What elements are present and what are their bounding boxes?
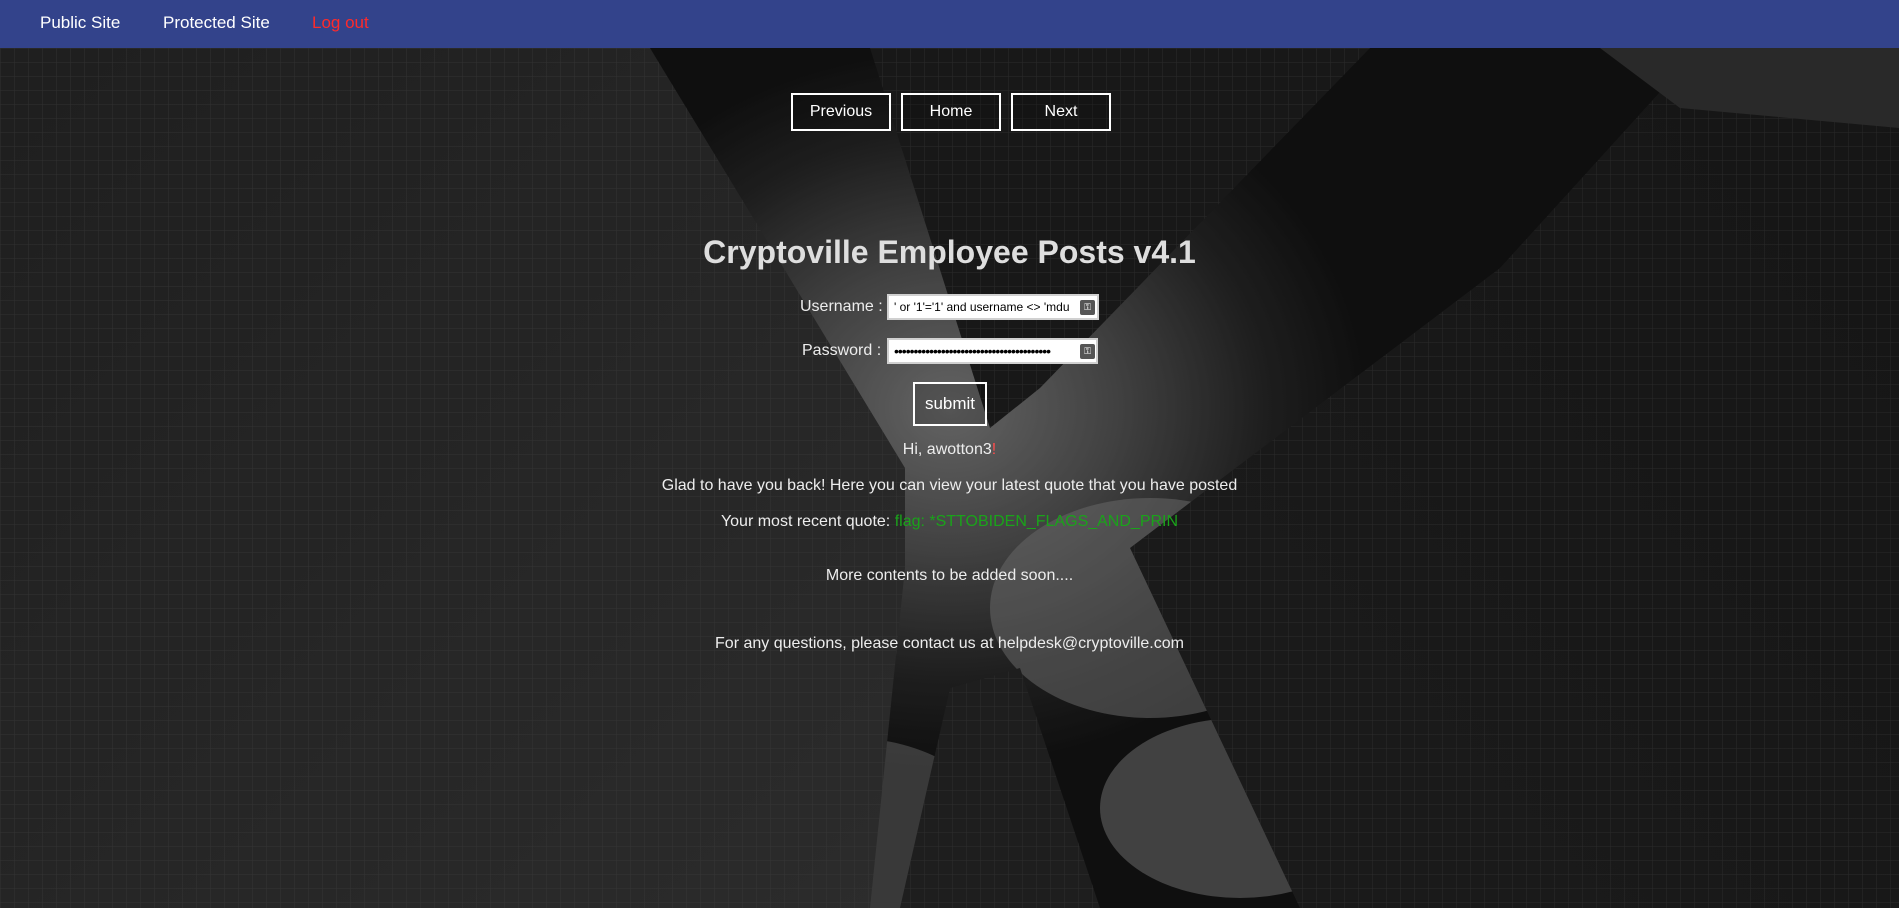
username-input[interactable]: ' or '1'='1' and username <> 'mdu <box>887 294 1099 320</box>
password-input[interactable]: •••••••••••••••••••••••••••••••••••••••• <box>887 338 1098 364</box>
recent-quote-value: flag: *STTOBIDEN_FLAGS_AND_PRIN <box>894 513 1179 530</box>
greeting-exclamation: ! <box>991 441 997 458</box>
nav-public-site-link[interactable]: Public Site <box>40 0 120 48</box>
recent-quote-line: Your most recent quote: flag: *STTOBIDEN… <box>0 513 1899 531</box>
nav-logout-link[interactable]: Log out <box>312 0 369 48</box>
previous-button[interactable]: Previous <box>791 93 891 131</box>
contact-text: For any questions, please contact us at … <box>715 635 1184 652</box>
greeting-text: Hi, awotton3! <box>0 441 1899 459</box>
password-manager-key-icon[interactable]: ⚿ <box>1080 344 1095 359</box>
submit-button[interactable]: submit <box>913 382 987 426</box>
next-button[interactable]: Next <box>1011 93 1111 131</box>
more-contents-text: More contents to be added soon.... <box>825 567 1074 584</box>
page-title: Cryptoville Employee Posts v4.1 <box>703 234 1196 270</box>
username-label: Username : <box>800 298 883 315</box>
recent-quote-label: Your most recent quote: <box>720 513 891 530</box>
greeting-name: Hi, awotton3 <box>902 441 992 458</box>
nav-protected-site-link[interactable]: Protected Site <box>163 0 270 48</box>
main-content: Previous Home Next Cryptoville Employee … <box>0 48 1899 908</box>
top-navbar: Public Site Protected Site Log out <box>0 0 1899 48</box>
welcome-text: Glad to have you back! Here you can view… <box>661 477 1238 494</box>
password-manager-key-icon[interactable]: ⚿ <box>1080 300 1095 315</box>
home-button[interactable]: Home <box>901 93 1001 131</box>
password-label: Password : <box>802 342 882 359</box>
